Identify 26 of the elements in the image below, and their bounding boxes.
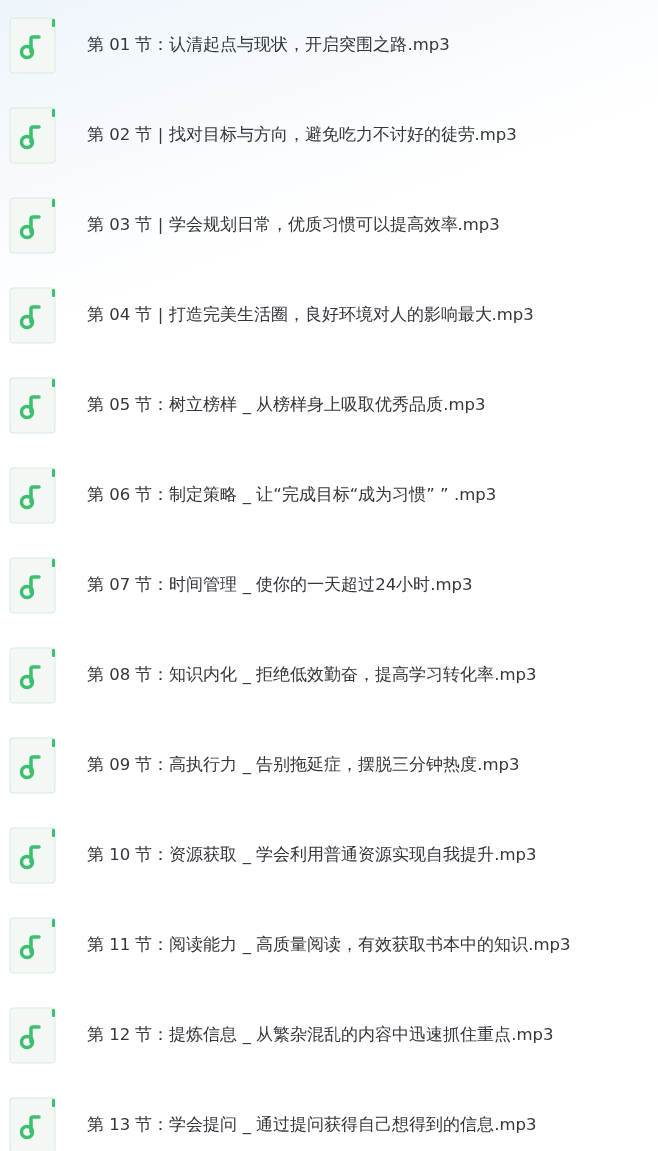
file-name[interactable]: 第 08 节：知识内化 _ 拒绝低效勤奋，提高学习转化率.mp3 xyxy=(87,662,537,688)
file-name[interactable]: 第 07 节：时间管理 _ 使你的一天超过24小时.mp3 xyxy=(87,572,473,598)
audio-file-icon xyxy=(9,646,57,704)
audio-file-icon xyxy=(9,106,57,164)
file-name[interactable]: 第 12 节：提炼信息 _ 从繁杂混乱的内容中迅速抓住重点.mp3 xyxy=(87,1022,554,1048)
audio-file-icon xyxy=(9,826,57,884)
file-name[interactable]: 第 13 节：学会提问 _ 通过提问获得自己想得到的信息.mp3 xyxy=(87,1112,537,1138)
audio-file-icon xyxy=(9,286,57,344)
file-name[interactable]: 第 01 节：认清起点与现状，开启突围之路.mp3 xyxy=(87,32,450,58)
file-name[interactable]: 第 09 节：高执行力 _ 告别拖延症，摆脱三分钟热度.mp3 xyxy=(87,752,520,778)
audio-file-icon xyxy=(9,466,57,524)
file-name[interactable]: 第 06 节：制定策略 _ 让“完成目标“成为习惯” ” .mp3 xyxy=(87,482,497,508)
audio-file-icon xyxy=(9,916,57,974)
audio-file-icon xyxy=(9,376,57,434)
file-name[interactable]: 第 04 节 | 打造完美生活圈，良好环境对人的影响最大.mp3 xyxy=(87,302,534,328)
file-name[interactable]: 第 05 节：树立榜样 _ 从榜样身上吸取优秀品质.mp3 xyxy=(87,392,486,418)
audio-file-icon xyxy=(9,16,57,74)
audio-file-icon xyxy=(9,736,57,794)
file-name[interactable]: 第 02 节 | 找对目标与方向，避免吃力不讨好的徒劳.mp3 xyxy=(87,122,517,148)
audio-file-icon xyxy=(9,1006,57,1064)
file-name[interactable]: 第 03 节 | 学会规划日常，优质习惯可以提高效率.mp3 xyxy=(87,212,500,238)
file-name[interactable]: 第 10 节：资源获取 _ 学会利用普通资源实现自我提升.mp3 xyxy=(87,842,537,868)
file-name[interactable]: 第 11 节：阅读能力 _ 高质量阅读，有效获取书本中的知识.mp3 xyxy=(87,932,571,958)
audio-file-icon xyxy=(9,1096,57,1151)
audio-file-icon xyxy=(9,196,57,254)
audio-file-icon xyxy=(9,556,57,614)
